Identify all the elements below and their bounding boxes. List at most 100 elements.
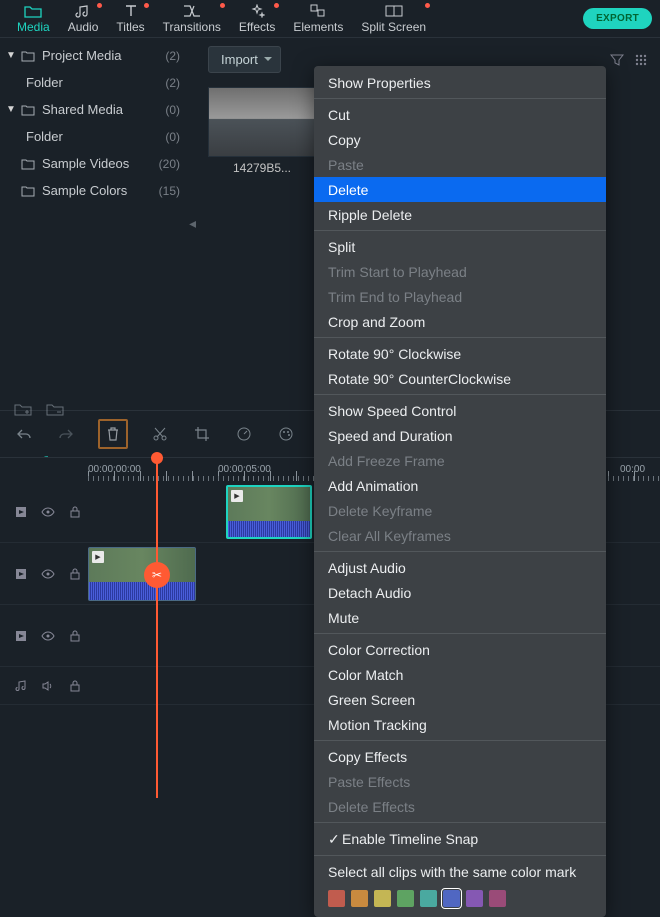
lock-icon[interactable] xyxy=(68,567,82,581)
ctx-trim-end-to-playhead: Trim End to Playhead xyxy=(314,284,606,309)
tab-transitions[interactable]: Transitions xyxy=(154,0,230,37)
sidebar-count: (20) xyxy=(159,157,180,171)
scissors-icon[interactable] xyxy=(150,424,170,444)
tab-elements[interactable]: Elements xyxy=(284,0,352,37)
ctx-split[interactable]: Split xyxy=(314,234,606,259)
add-folder-icon[interactable] xyxy=(14,402,32,416)
ctx-copy[interactable]: Copy xyxy=(314,127,606,152)
music-icon[interactable] xyxy=(14,679,28,693)
ctx-ripple-delete[interactable]: Ripple Delete xyxy=(314,202,606,227)
color-swatch[interactable] xyxy=(489,890,506,907)
context-menu: Show PropertiesCutCopyPasteDeleteRipple … xyxy=(314,66,606,917)
folder-icon xyxy=(20,50,36,62)
sidebar-item-folder[interactable]: Folder (0) xyxy=(0,123,190,150)
tab-splitscreen[interactable]: Split Screen xyxy=(352,0,435,37)
ctx-enable-timeline-snap[interactable]: ✓Enable Timeline Snap xyxy=(314,826,606,852)
lock-icon[interactable] xyxy=(68,679,82,693)
sidebar-label: Folder xyxy=(26,75,63,90)
thumbnail-label: 14279B5... xyxy=(208,161,316,175)
tab-media[interactable]: Media xyxy=(8,0,59,37)
playhead-knob[interactable] xyxy=(151,452,163,464)
filter-icon[interactable] xyxy=(610,53,624,67)
sidebar-item-project-media[interactable]: ▼ Project Media (2) xyxy=(0,42,190,69)
ctx-color-correction[interactable]: Color Correction xyxy=(314,637,606,662)
ctx-cut[interactable]: Cut xyxy=(314,102,606,127)
ctx-clear-all-keyframes: Clear All Keyframes xyxy=(314,523,606,548)
sparkle-icon xyxy=(247,3,267,19)
playhead[interactable]: ✂ xyxy=(156,458,158,798)
text-icon xyxy=(121,3,141,19)
ctx-crop-and-zoom[interactable]: Crop and Zoom xyxy=(314,309,606,334)
color-swatch[interactable] xyxy=(328,890,345,907)
export-button[interactable]: EXPORT xyxy=(583,8,652,29)
play-icon: ▶ xyxy=(92,551,104,563)
grid-icon[interactable] xyxy=(634,53,648,67)
speaker-icon[interactable] xyxy=(41,679,55,693)
crop-icon[interactable] xyxy=(192,424,212,444)
ctx-rotate-90-counterclockwise[interactable]: Rotate 90° CounterClockwise xyxy=(314,366,606,391)
color-swatch[interactable] xyxy=(374,890,391,907)
folder-icon xyxy=(23,3,43,19)
media-thumbnail[interactable]: 14279B5... xyxy=(208,87,316,175)
ctx-select-all-clips-with-the-same-color-mark[interactable]: Select all clips with the same color mar… xyxy=(314,859,606,884)
ctx-delete[interactable]: Delete xyxy=(314,177,606,202)
ctx-add-animation[interactable]: Add Animation xyxy=(314,473,606,498)
redo-icon[interactable] xyxy=(56,424,76,444)
transition-icon xyxy=(182,3,202,19)
color-icon[interactable] xyxy=(276,424,296,444)
ctx-copy-effects[interactable]: Copy Effects xyxy=(314,744,606,769)
eye-icon[interactable] xyxy=(41,629,55,643)
track-toggle-icon[interactable] xyxy=(14,505,28,519)
sidebar-item-sample-videos[interactable]: Sample Videos (20) xyxy=(0,150,190,177)
sidebar-item-shared-media[interactable]: ▼ Shared Media (0) xyxy=(0,96,190,123)
ctx-mute[interactable]: Mute xyxy=(314,605,606,630)
ctx-adjust-audio[interactable]: Adjust Audio xyxy=(314,555,606,580)
ctx-detach-audio[interactable]: Detach Audio xyxy=(314,580,606,605)
tab-audio[interactable]: Audio xyxy=(59,0,108,37)
delete-button[interactable] xyxy=(98,419,128,449)
chevron-down-icon: ▼ xyxy=(6,50,18,61)
ctx-green-screen[interactable]: Green Screen xyxy=(314,687,606,712)
ctx-speed-and-duration[interactable]: Speed and Duration xyxy=(314,423,606,448)
color-swatch[interactable] xyxy=(443,890,460,907)
eye-icon[interactable] xyxy=(41,567,55,581)
sidebar-count: (2) xyxy=(165,76,180,90)
remove-folder-icon[interactable] xyxy=(46,402,64,416)
color-swatch[interactable] xyxy=(466,890,483,907)
lock-icon[interactable] xyxy=(68,505,82,519)
ctx-color-marks xyxy=(314,884,606,913)
ctx-color-match[interactable]: Color Match xyxy=(314,662,606,687)
ctx-motion-tracking[interactable]: Motion Tracking xyxy=(314,712,606,737)
sidebar-item-sample-colors[interactable]: Sample Colors (15) xyxy=(0,177,190,204)
color-swatch[interactable] xyxy=(397,890,414,907)
sidebar-label: Folder xyxy=(26,129,63,144)
folder-icon xyxy=(20,104,36,116)
music-icon xyxy=(73,3,93,19)
track-toggle-icon[interactable] xyxy=(14,629,28,643)
speed-icon[interactable] xyxy=(234,424,254,444)
playhead-scissors-icon[interactable]: ✂ xyxy=(144,562,170,588)
sidebar-tools xyxy=(0,394,190,424)
import-button[interactable]: Import xyxy=(208,46,281,73)
sidebar-item-folder[interactable]: Folder (2) xyxy=(0,69,190,96)
color-swatch[interactable] xyxy=(420,890,437,907)
tab-effects[interactable]: Effects xyxy=(230,0,284,37)
undo-icon[interactable] xyxy=(14,424,34,444)
eye-icon[interactable] xyxy=(41,505,55,519)
split-icon xyxy=(384,3,404,19)
shapes-icon xyxy=(308,3,328,19)
sidebar-count: (0) xyxy=(165,130,180,144)
timeline-clip[interactable]: ▶ xyxy=(88,547,196,601)
tab-label: Elements xyxy=(293,20,343,34)
color-swatch[interactable] xyxy=(351,890,368,907)
ctx-show-properties[interactable]: Show Properties xyxy=(314,70,606,95)
ctx-show-speed-control[interactable]: Show Speed Control xyxy=(314,398,606,423)
sidebar-label: Sample Videos xyxy=(42,156,129,171)
thumbnail-image xyxy=(208,87,316,157)
track-toggle-icon[interactable] xyxy=(14,567,28,581)
ctx-rotate-90-clockwise[interactable]: Rotate 90° Clockwise xyxy=(314,341,606,366)
tab-titles[interactable]: Titles xyxy=(107,0,153,37)
folder-icon xyxy=(20,185,36,197)
timeline-clip[interactable]: ▶ xyxy=(226,485,312,539)
lock-icon[interactable] xyxy=(68,629,82,643)
